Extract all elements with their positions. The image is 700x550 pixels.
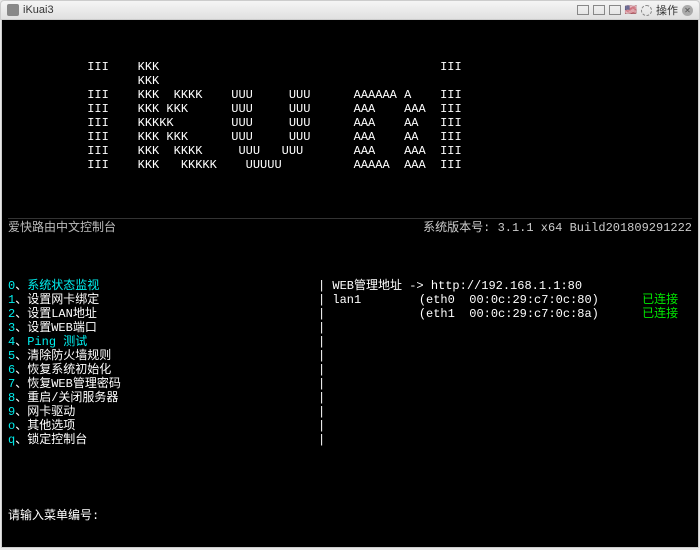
menu-label: 设置LAN地址 (27, 307, 97, 321)
menu-label: 网卡驱动 (27, 405, 75, 419)
iface-state: 已连接 (642, 307, 678, 321)
menu-label: 恢复WEB管理密码 (27, 377, 121, 391)
menu-item-7[interactable]: 7、恢复WEB管理密码 (8, 377, 318, 391)
menu-key: 9 (8, 405, 15, 419)
status-panel: | WEB管理地址 -> http://192.168.1.1:80| lan1… (318, 279, 692, 447)
menu-key: 7 (8, 377, 15, 391)
flag-icon: 🇺🇸 (625, 5, 637, 16)
status-row: | (318, 419, 692, 433)
menu-key: 6 (8, 363, 15, 377)
ascii-logo: III KKK III KKK III KKK KKKK UUU UUU AAA… (8, 60, 692, 172)
header-bar: 爱快路由中文控制台 系统版本号: 3.1.1 x64 Build20180929… (8, 218, 692, 235)
gear-icon[interactable] (641, 5, 652, 16)
console-area: III KKK III KKK III KKK KKKK UUU UUU AAA… (1, 20, 699, 548)
menu-label: 其他选项 (27, 419, 75, 433)
input-prompt[interactable]: 请输入菜单编号: (8, 509, 692, 523)
status-row: | (eth1 00:0c:29:c7:0c:8a) 已连接 (318, 307, 692, 321)
menu-key: q (8, 433, 15, 447)
version-line: 系统版本号: 3.1.1 x64 Build201809291222 (423, 221, 692, 235)
menu-key: 0 (8, 279, 15, 293)
menu-label: 清除防火墙规则 (27, 349, 111, 363)
menu-label: 恢复系统初始化 (27, 363, 111, 377)
status-row: | WEB管理地址 -> http://192.168.1.1:80 (318, 279, 692, 293)
status-row: | lan1 (eth0 00:0c:29:c7:0c:80) 已连接 (318, 293, 692, 307)
status-row: | (318, 433, 692, 447)
menu-key: 3 (8, 321, 15, 335)
status-row: | (318, 377, 692, 391)
window-titlebar: iKuai3 🇺🇸 操作 ✕ (0, 0, 700, 20)
close-icon[interactable]: ✕ (682, 5, 693, 16)
minimize-icon[interactable] (577, 5, 589, 15)
menu-label: 设置网卡绑定 (27, 293, 99, 307)
menu-label: 设置WEB端口 (27, 321, 97, 335)
status-row: | (318, 363, 692, 377)
menu-list: 0、系统状态监视1、设置网卡绑定2、设置LAN地址3、设置WEB端口4、Ping… (8, 279, 318, 447)
iface-state: 已连接 (642, 293, 678, 307)
menu-item-6[interactable]: 6、恢复系统初始化 (8, 363, 318, 377)
app-icon (7, 4, 19, 16)
menu-key: o (8, 419, 15, 433)
status-row: | (318, 405, 692, 419)
main-panel: 0、系统状态监视1、设置网卡绑定2、设置LAN地址3、设置WEB端口4、Ping… (8, 279, 692, 447)
menu-key: 5 (8, 349, 15, 363)
menu-item-5[interactable]: 5、清除防火墙规则 (8, 349, 318, 363)
menu-item-0[interactable]: 0、系统状态监视 (8, 279, 318, 293)
menu-item-2[interactable]: 2、设置LAN地址 (8, 307, 318, 321)
window-title: iKuai3 (23, 4, 54, 16)
menu-item-o[interactable]: o、其他选项 (8, 419, 318, 433)
menu-item-1[interactable]: 1、设置网卡绑定 (8, 293, 318, 307)
status-row: | (318, 349, 692, 363)
menu-key: 2 (8, 307, 15, 321)
menu-label: Ping 测试 (27, 335, 87, 349)
web-address-label: WEB管理地址 -> (332, 279, 430, 293)
menu-label: 重启/关闭服务器 (27, 391, 118, 405)
menu-key: 8 (8, 391, 15, 405)
menu-key: 4 (8, 335, 15, 349)
menu-item-3[interactable]: 3、设置WEB端口 (8, 321, 318, 335)
menu-item-4[interactable]: 4、Ping 测试 (8, 335, 318, 349)
menu-label: 系统状态监视 (27, 279, 99, 293)
action-label[interactable]: 操作 (656, 2, 678, 18)
lan-name: lan1 (332, 293, 418, 307)
status-row: | (318, 321, 692, 335)
status-row: | (318, 391, 692, 405)
maximize-icon[interactable] (593, 5, 605, 15)
web-address-value: http://192.168.1.1:80 (431, 279, 582, 293)
status-row: | (318, 335, 692, 349)
console-title: 爱快路由中文控制台 (8, 221, 116, 235)
menu-key: 1 (8, 293, 15, 307)
restore-icon[interactable] (609, 5, 621, 15)
version-value: 3.1.1 x64 Build201809291222 (498, 221, 692, 235)
menu-item-q[interactable]: q、锁定控制台 (8, 433, 318, 447)
menu-label: 锁定控制台 (27, 433, 87, 447)
menu-item-8[interactable]: 8、重启/关闭服务器 (8, 391, 318, 405)
menu-item-9[interactable]: 9、网卡驱动 (8, 405, 318, 419)
